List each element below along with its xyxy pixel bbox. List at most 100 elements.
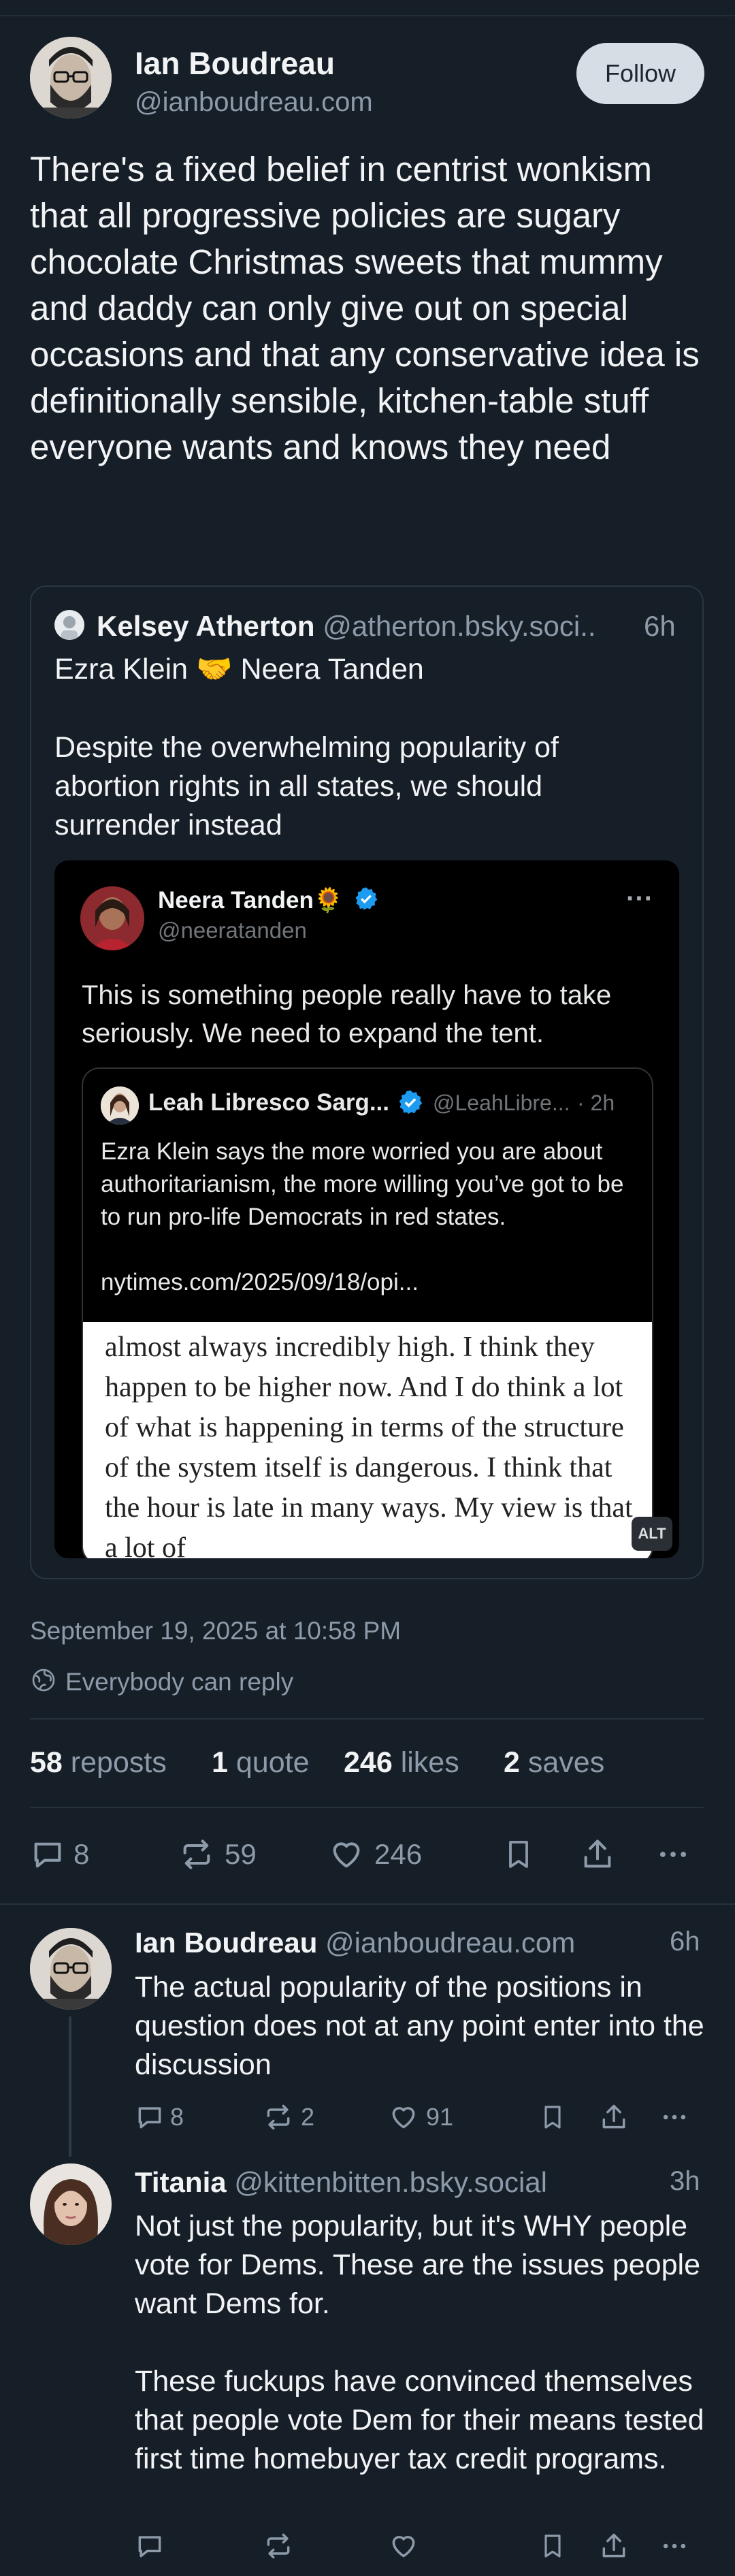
inner-post-time: · 2h [577,1091,615,1115]
quote-stat[interactable]: 1 quote [212,1746,309,1780]
reply-button[interactable] [135,2531,165,2561]
more-options-button[interactable] [659,2531,690,2561]
share-button[interactable] [599,2102,629,2132]
more-options-button[interactable] [655,1837,691,1872]
quoted-author-name[interactable]: Kelsey Atherton [97,610,315,642]
quoted-post-first-line: Ezra Klein 🤝 Neera Tanden [54,650,424,689]
embed-author-name: Neera Tanden [158,887,314,914]
reply-author-name[interactable]: Titania [135,2166,227,2198]
more-options-button[interactable] [659,2102,690,2132]
bookmark-button[interactable] [502,1837,535,1872]
repost-icon [263,2102,294,2132]
thread-connector [69,2016,71,2157]
reply-text: The actual popularity of the positions i… [135,1971,704,2081]
more-icon [655,1837,691,1872]
saves-stat[interactable]: 2 saves [504,1746,604,1780]
share-icon [599,2531,629,2561]
divider [30,1718,704,1720]
share-icon [580,1837,615,1872]
embed-author-handle: @neeratanden [158,918,307,943]
like-button[interactable] [388,2531,419,2561]
alt-text-badge[interactable]: ALT [632,1517,672,1551]
saves-count: 2 [504,1746,520,1779]
embed-author-line: Neera Tanden🌻 [158,886,378,917]
heart-icon [328,1837,365,1872]
author-name[interactable]: Ian Boudreau [135,45,335,82]
author-handle[interactable]: @ianboudreau.com [135,87,373,118]
bookmark-button[interactable] [539,2531,566,2561]
inner-verified-badge-icon [397,1089,423,1118]
reply-icon [135,2102,165,2132]
bookmark-icon [502,1837,535,1872]
inner-author-handle: @LeahLibre... [433,1091,570,1115]
reposts-count: 58 [30,1746,63,1779]
inner-author-name: Leah Libresco Sarg... [148,1089,389,1116]
reply-button[interactable]: 8 [135,2102,184,2132]
like-button[interactable]: 91 [388,2102,453,2132]
embed-inner-quote: Leah Libresco Sarg... @LeahLibre... · 2h… [82,1067,653,1558]
repost-count: 2 [301,2103,315,2131]
quoted-author-handle[interactable]: @atherton.bsky.soci.. [323,610,595,642]
reply-icon [135,2531,165,2561]
share-button[interactable] [580,1837,615,1872]
thread-divider [0,1903,735,1905]
quoted-post-text: Despite the overwhelming popularity of a… [54,731,559,841]
top-divider [0,15,735,16]
reply-author-name[interactable]: Ian Boudreau [135,1927,317,1959]
reposts-stat[interactable]: 58 reposts [30,1746,167,1780]
article-screenshot: almost always incredibly high. I think t… [83,1322,652,1558]
author-avatar[interactable] [30,37,112,118]
likes-stat[interactable]: 246 likes [344,1746,459,1780]
sunflower-emoji: 🌻 [313,887,344,914]
reply-button[interactable]: 8 [30,1837,89,1872]
reply-avatar[interactable] [30,1928,112,2010]
bookmark-button[interactable] [539,2102,566,2132]
quote-label: quote [235,1746,310,1779]
bookmark-icon [539,2531,566,2561]
repost-button[interactable] [263,2531,294,2561]
share-icon [599,2102,629,2132]
embed-more-icon: ··· [626,884,653,914]
article-screenshot-text: almost always incredibly high. I think t… [105,1332,633,1558]
divider [30,1807,704,1808]
heart-icon [388,2102,419,2132]
share-button[interactable] [599,2531,629,2561]
like-button[interactable]: 246 [328,1837,422,1872]
more-icon [659,2102,690,2132]
reply-time: 3h [670,2166,700,2196]
quoted-text-tanden: Neera Tanden [240,653,424,686]
reply-author-line: Ian Boudreau @ianboudreau.com [135,1927,575,1959]
likes-label: likes [400,1746,459,1779]
reply-setting-text: Everybody can reply [65,1667,294,1696]
reply-count: 8 [170,2103,184,2131]
reply-icon [30,1837,65,1872]
reply-time: 6h [670,1927,700,1957]
handshake-emoji: 🤝 [195,653,233,686]
like-count: 91 [426,2103,454,2131]
reply-settings: Everybody can reply [30,1667,293,1697]
reply-count: 8 [74,1838,90,1870]
likes-count: 246 [344,1746,393,1779]
reply-text-paragraph-2: These fuckups have convinced themselves … [135,2365,704,2475]
quoted-post-time: 6h [644,610,676,642]
follow-button[interactable]: Follow [576,43,704,104]
quoted-text-klein: Ezra Klein [54,653,188,686]
more-icon [659,2531,690,2561]
globe-icon [30,1667,57,1697]
like-count: 246 [374,1838,423,1870]
quoted-author-line: Kelsey Atherton @atherton.bsky.soci.. [97,610,596,643]
repost-button[interactable]: 59 [178,1837,257,1872]
bookmark-icon [539,2102,566,2132]
embedded-image[interactable]: Neera Tanden🌻 @neeratanden ··· This is s… [54,860,679,1558]
inner-post-text: Ezra Klein says the more worried you are… [101,1138,624,1230]
repost-button[interactable]: 2 [263,2102,314,2132]
post-text: There's a fixed belief in centrist wonki… [30,150,700,466]
reply-author-line: Titania @kittenbitten.bsky.social [135,2166,547,2199]
reply-author-handle[interactable]: @ianboudreau.com [325,1927,575,1959]
inner-link: nytimes.com/2025/09/18/opi... [101,1269,419,1295]
reply-text-paragraph-1: Not just the popularity, but it's WHY pe… [135,2210,700,2320]
reply-author-handle[interactable]: @kittenbitten.bsky.social [234,2166,547,2198]
quoted-author-avatar [54,610,84,640]
repost-icon [263,2531,294,2561]
reply-avatar[interactable] [30,2163,112,2245]
